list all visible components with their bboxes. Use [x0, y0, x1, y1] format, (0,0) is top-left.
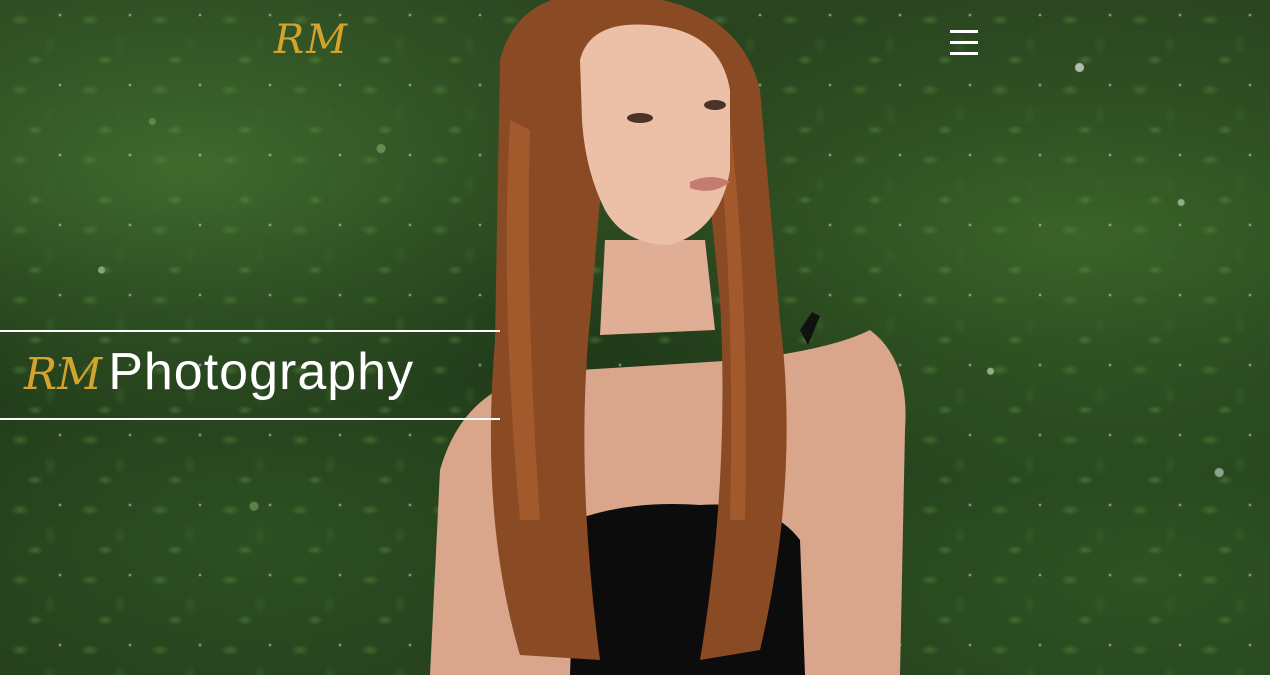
hamburger-menu-icon[interactable] [950, 30, 980, 58]
site-logo[interactable]: RM [274, 20, 349, 60]
hero-title-band: RM Photography [0, 330, 500, 420]
menu-line [950, 52, 978, 55]
hero-section: RM RM Photography [0, 0, 1270, 675]
hero-title-mark: RM [24, 349, 103, 400]
menu-line [950, 30, 978, 33]
hero-title: RM Photography [24, 346, 414, 398]
menu-line [950, 41, 978, 44]
hero-title-word: Photography [108, 343, 415, 401]
